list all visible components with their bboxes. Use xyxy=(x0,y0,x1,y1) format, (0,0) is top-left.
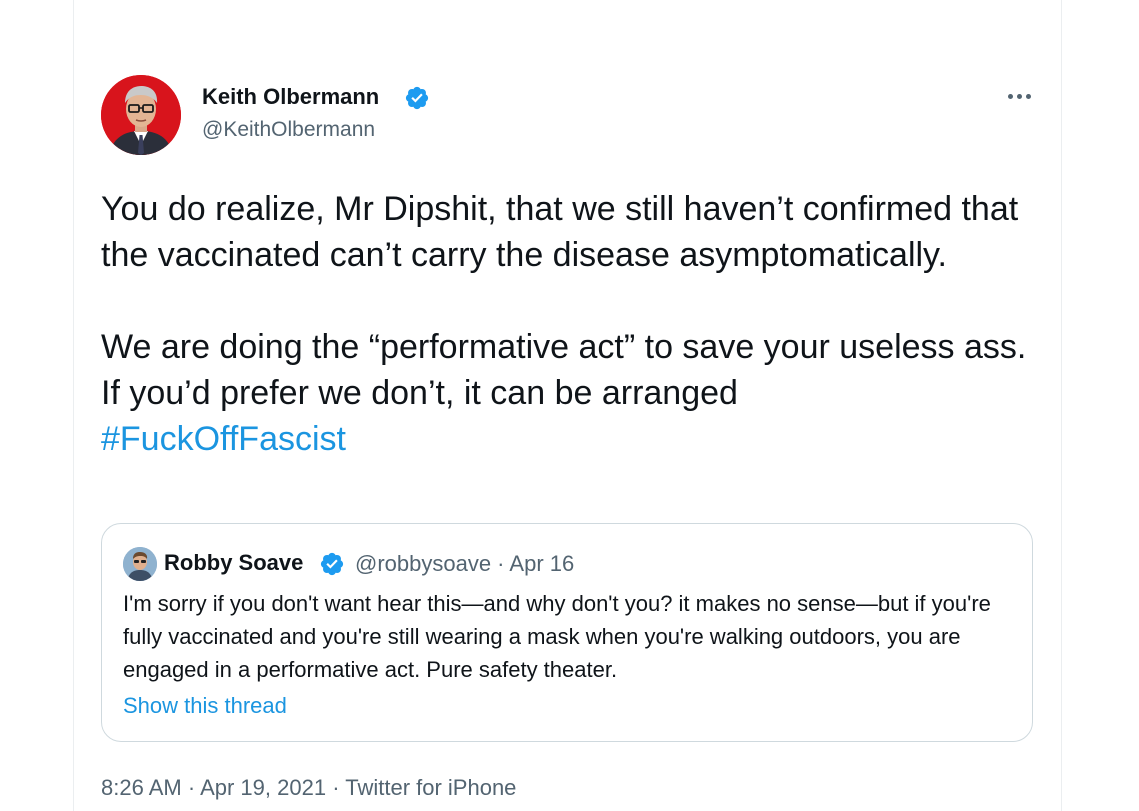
quoted-verified-badge-icon xyxy=(320,552,344,576)
author-name[interactable]: Keith Olbermann xyxy=(202,84,379,110)
separator-dot: · xyxy=(187,775,196,800)
verified-badge-icon xyxy=(405,86,429,110)
column-border-left xyxy=(73,0,74,811)
show-thread-link[interactable]: Show this thread xyxy=(123,693,287,719)
tweet-timestamp-row: 8:26 AM · Apr 19, 2021 · Twitter for iPh… xyxy=(101,775,516,801)
separator-dot: · xyxy=(332,775,340,800)
tweet-text: You do realize, Mr Dipshit, that we stil… xyxy=(101,186,1041,462)
tweet-date[interactable]: Apr 19, 2021 xyxy=(200,775,326,800)
quoted-tweet-text: I'm sorry if you don't want hear this—an… xyxy=(123,591,991,682)
tweet-paragraph-1: You do realize, Mr Dipshit, that we stil… xyxy=(101,190,1019,274)
hashtag-link[interactable]: #FuckOffFascist xyxy=(101,416,1041,462)
more-options-icon[interactable] xyxy=(1003,84,1035,108)
quoted-author-name: Robby Soave xyxy=(164,550,304,575)
tweet-source[interactable]: Twitter for iPhone xyxy=(345,775,516,800)
author-avatar[interactable] xyxy=(101,75,181,155)
author-handle[interactable]: @KeithOlbermann xyxy=(202,118,375,142)
column-border-right xyxy=(1061,0,1062,811)
quoted-handle-and-date: @robbysoave · Apr 16 xyxy=(355,551,575,576)
tweet-paragraph-2: We are doing the “performative act” to s… xyxy=(101,328,1027,412)
tweet-time[interactable]: 8:26 AM xyxy=(101,775,182,800)
quoted-tweet-card[interactable]: Robby Soave @robbysoave · Apr 16 I'm sor… xyxy=(101,523,1033,742)
quoted-author-avatar xyxy=(123,547,157,581)
tweet-page: Keith Olbermann @KeithOlbermann You do r… xyxy=(0,0,1139,811)
